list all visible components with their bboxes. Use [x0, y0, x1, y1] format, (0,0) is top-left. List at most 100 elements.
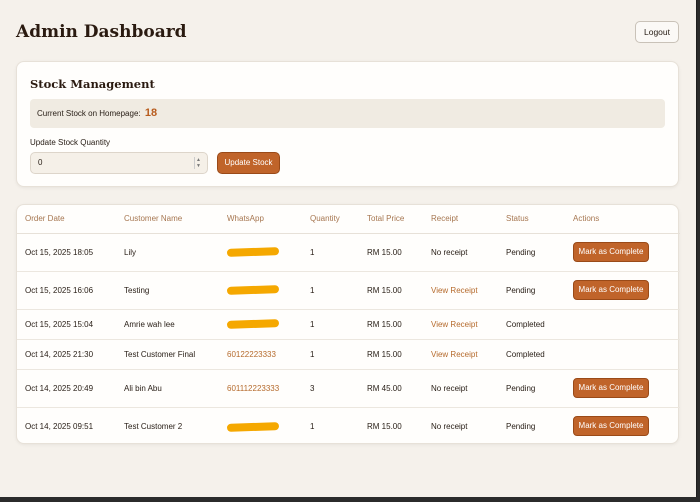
total-price-cell-text: RM 45.00: [367, 383, 402, 393]
quantity-cell-text: 1: [310, 247, 315, 257]
quantity-cell: 1: [302, 309, 359, 340]
order-date-cell: Oct 15, 2025 16:06: [17, 271, 116, 310]
whatsapp-cell: [219, 407, 302, 445]
whatsapp-number[interactable]: 60122223333: [227, 350, 276, 359]
customer-name-cell-text: Test Customer Final: [124, 349, 196, 359]
status-cell: Completed: [498, 309, 565, 340]
order-date-cell: Oct 15, 2025 15:04: [17, 309, 116, 340]
update-quantity-label: Update Stock Quantity: [30, 138, 111, 147]
table-row: Oct 14, 2025 09:51 Test Customer 2 1 RM 15.…: [17, 407, 680, 445]
receipt-cell-text: No receipt: [431, 383, 468, 393]
receipt-cell: View Receipt: [423, 339, 498, 370]
column-header-customer-name: Customer Name: [116, 205, 219, 234]
status-cell: Pending: [498, 271, 565, 310]
column-header-total-price: Total Price: [359, 205, 423, 234]
total-price-cell: RM 45.00: [359, 369, 423, 408]
order-date-cell-text: Oct 14, 2025 09:51: [25, 421, 94, 431]
customer-name-cell-text: Lily: [124, 247, 137, 257]
order-date-cell: Oct 14, 2025 09:51: [17, 407, 116, 445]
total-price-cell-text: RM 15.00: [367, 349, 402, 359]
column-header-whatsapp: WhatsApp: [219, 205, 302, 234]
receipt-cell: No receipt: [423, 407, 498, 445]
quantity-cell-text: 1: [310, 285, 315, 295]
mark-complete-button[interactable]: Mark as Complete: [573, 378, 649, 398]
customer-name-cell: Amrie wah lee: [116, 309, 219, 340]
customer-name-cell-text: Testing: [124, 285, 150, 295]
customer-name-cell: Testing: [116, 271, 219, 310]
total-price-cell-text: RM 15.00: [367, 319, 402, 329]
quantity-cell-text: 1: [310, 319, 315, 329]
stock-quantity-input[interactable]: 0 ▲ ▼: [30, 152, 208, 174]
table-row: Oct 14, 2025 21:30 Test Customer Final 601…: [17, 339, 680, 370]
order-date-cell-text: Oct 15, 2025 16:06: [25, 285, 94, 295]
number-spinner-icon[interactable]: ▲ ▼: [194, 157, 202, 169]
current-stock-banner: Current Stock on Homepage: 18: [30, 99, 665, 128]
logout-button[interactable]: Logout: [635, 21, 679, 43]
status-cell-text: Completed: [506, 349, 545, 359]
receipt-cell-text[interactable]: View Receipt: [431, 320, 478, 329]
stock-management-card: Stock Management Current Stock on Homepa…: [16, 61, 679, 187]
order-date-cell-text: Oct 15, 2025 15:04: [25, 319, 94, 329]
order-date-cell-text: Oct 14, 2025 20:49: [25, 383, 94, 393]
receipt-cell: No receipt: [423, 233, 498, 272]
actions-cell: [565, 339, 680, 370]
receipt-cell: No receipt: [423, 369, 498, 408]
receipt-cell-text[interactable]: View Receipt: [431, 350, 478, 359]
order-date-cell: Oct 14, 2025 21:30: [17, 339, 116, 370]
total-price-cell: RM 15.00: [359, 233, 423, 272]
current-stock-value: 18: [144, 107, 158, 119]
whatsapp-number[interactable]: 601112223333: [227, 384, 279, 393]
redacted-phone-mark: [226, 247, 280, 258]
customer-name-cell-text: Amrie wah lee: [124, 319, 175, 329]
status-cell: Pending: [498, 369, 565, 408]
quantity-cell: 3: [302, 369, 359, 408]
receipt-cell: View Receipt: [423, 309, 498, 340]
total-price-cell: RM 15.00: [359, 407, 423, 445]
customer-name-cell: Test Customer Final: [116, 339, 219, 370]
quantity-cell: 1: [302, 407, 359, 445]
order-date-cell-text: Oct 14, 2025 21:30: [25, 349, 94, 359]
receipt-cell-text: No receipt: [431, 421, 468, 431]
status-cell-text: Pending: [506, 247, 536, 257]
column-header-actions: Actions: [565, 205, 680, 234]
order-date-cell: Oct 15, 2025 18:05: [17, 233, 116, 272]
actions-cell: Mark as Complete: [565, 369, 680, 408]
column-header-status: Status: [498, 205, 565, 234]
quantity-cell-text: 3: [310, 383, 315, 393]
total-price-cell-text: RM 15.00: [367, 247, 402, 257]
receipt-cell-text[interactable]: View Receipt: [431, 286, 478, 295]
stock-section-title: Stock Management: [30, 77, 155, 91]
quantity-cell-text: 1: [310, 349, 315, 359]
page-title: Admin Dashboard: [16, 22, 187, 42]
redacted-phone-mark: [226, 285, 280, 296]
total-price-cell-text: RM 15.00: [367, 285, 402, 295]
status-cell-text: Pending: [506, 421, 536, 431]
total-price-cell: RM 15.00: [359, 271, 423, 310]
receipt-cell: View Receipt: [423, 271, 498, 310]
table-row: Oct 14, 2025 20:49 Ali bin Abu 60111222333…: [17, 369, 680, 408]
table-row: Oct 15, 2025 18:05 Lily 1 RM 15.00 No receip…: [17, 233, 680, 272]
quantity-cell: 1: [302, 233, 359, 272]
update-stock-button[interactable]: Update Stock: [217, 152, 280, 174]
table-row: Oct 15, 2025 15:04 Amrie wah lee 1 RM 15.00…: [17, 309, 680, 340]
status-cell-text: Pending: [506, 383, 536, 393]
total-price-cell: RM 15.00: [359, 339, 423, 370]
column-header-order-date: Order Date: [17, 205, 116, 234]
whatsapp-cell: [219, 271, 302, 310]
actions-cell: Mark as Complete: [565, 271, 680, 310]
orders-card: Order Date Customer Name WhatsApp Quanti…: [16, 204, 680, 445]
column-header-receipt: Receipt: [423, 205, 498, 234]
table-header-row: Order Date Customer Name WhatsApp Quanti…: [17, 205, 680, 234]
actions-cell: [565, 309, 680, 340]
order-date-cell: Oct 14, 2025 20:49: [17, 369, 116, 408]
receipt-cell-text: No receipt: [431, 247, 468, 257]
redacted-phone-mark: [226, 421, 280, 432]
redacted-phone-mark: [226, 319, 280, 330]
actions-cell: Mark as Complete: [565, 407, 680, 445]
mark-complete-button[interactable]: Mark as Complete: [573, 242, 649, 262]
status-cell: Completed: [498, 339, 565, 370]
customer-name-cell-text: Test Customer 2: [124, 421, 183, 431]
mark-complete-button[interactable]: Mark as Complete: [573, 280, 649, 300]
mark-complete-button[interactable]: Mark as Complete: [573, 416, 649, 437]
customer-name-cell: Test Customer 2: [116, 407, 219, 445]
